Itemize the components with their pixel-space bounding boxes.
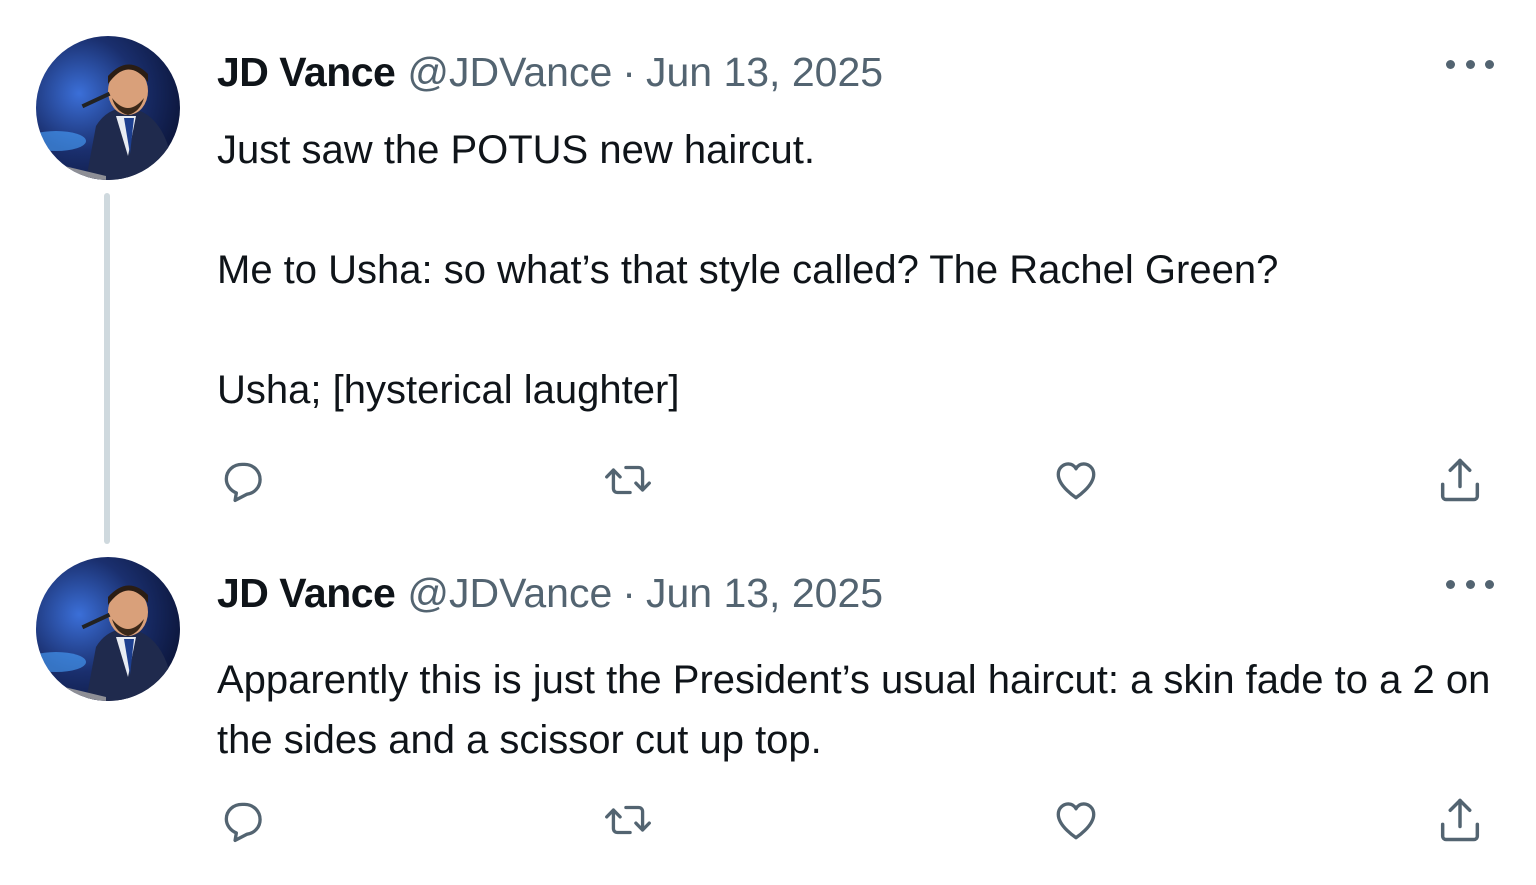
author-handle[interactable]: @JDVance [407, 42, 612, 102]
author-handle[interactable]: @JDVance [407, 563, 612, 623]
like-icon[interactable] [1048, 792, 1104, 848]
tweet-paragraph: Usha; [hysterical laughter] [217, 368, 680, 412]
tweet-text: Just saw the POTUS new haircut. Me to Us… [217, 120, 1497, 420]
tweet-header: JD Vance @JDVance · Jun 13, 2025 [217, 563, 883, 623]
tweet-paragraph: Me to Usha: so what’s that style called?… [217, 248, 1279, 292]
tweet[interactable]: JD Vance @JDVance · Jun 13, 2025 Apparen… [0, 540, 1536, 885]
retweet-icon[interactable] [600, 452, 656, 508]
reply-icon[interactable] [215, 792, 271, 848]
tweet-date[interactable]: Jun 13, 2025 [646, 563, 883, 623]
tweet-header: JD Vance @JDVance · Jun 13, 2025 [217, 42, 883, 102]
tweet-date[interactable]: Jun 13, 2025 [646, 42, 883, 102]
tweet[interactable]: JD Vance @JDVance · Jun 13, 2025 Just sa… [0, 0, 1536, 544]
author-name[interactable]: JD Vance [217, 42, 396, 102]
tweet-actions [217, 792, 1507, 848]
share-icon[interactable] [1432, 452, 1488, 508]
retweet-icon[interactable] [600, 792, 656, 848]
tweet-text: Apparently this is just the President’s … [217, 650, 1497, 770]
header-separator: · [622, 49, 636, 95]
tweet-actions [217, 452, 1507, 508]
more-icon[interactable] [1446, 52, 1494, 76]
header-separator: · [622, 570, 636, 616]
avatar[interactable] [36, 557, 180, 701]
tweet-paragraph: Apparently this is just the President’s … [217, 658, 1491, 762]
more-icon[interactable] [1446, 572, 1494, 596]
tweet-thread: JD Vance @JDVance · Jun 13, 2025 Just sa… [0, 0, 1536, 885]
avatar[interactable] [36, 36, 180, 180]
thread-connector-line [104, 193, 110, 544]
like-icon[interactable] [1048, 452, 1104, 508]
tweet-paragraph: Just saw the POTUS new haircut. [217, 128, 816, 172]
author-name[interactable]: JD Vance [217, 563, 396, 623]
share-icon[interactable] [1432, 792, 1488, 848]
reply-icon[interactable] [215, 452, 271, 508]
